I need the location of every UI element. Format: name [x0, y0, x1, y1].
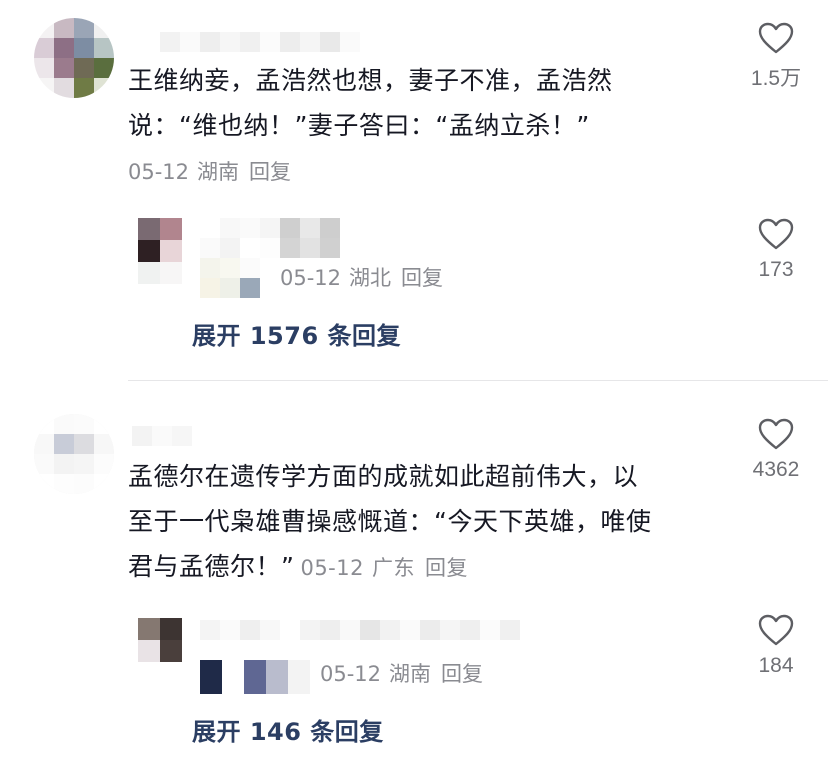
reply-meta: 05-12 湖南 回复 — [320, 658, 483, 688]
reply-button[interactable]: 回复 — [441, 662, 483, 686]
comment-meta: 05-12 广东 回复 — [300, 556, 468, 580]
like-count: 4362 — [752, 458, 800, 481]
reply-date: 05-12 — [280, 266, 342, 290]
like-button[interactable]: 4362 — [746, 418, 806, 482]
comment-location: 广东 — [371, 556, 415, 580]
heart-outline-icon — [758, 418, 794, 450]
divider — [128, 380, 828, 381]
like-button[interactable]: 1.5万 — [746, 22, 806, 92]
comment-location: 湖南 — [197, 160, 240, 184]
comment-line: 王维纳妾，孟浩然也想，妻子不准，孟浩然 — [128, 66, 613, 95]
reply-button[interactable]: 回复 — [249, 160, 291, 184]
username[interactable] — [132, 426, 192, 446]
username-badge — [200, 660, 310, 694]
like-count: 1.5万 — [750, 67, 802, 90]
username[interactable] — [160, 32, 360, 52]
reply-button[interactable]: 回复 — [425, 556, 468, 580]
reply-date: 05-12 — [320, 662, 382, 686]
avatar[interactable] — [138, 618, 182, 662]
like-count: 184 — [758, 654, 794, 677]
expand-replies-button[interactable]: 展开 146 条回复 — [192, 712, 384, 747]
comment-date: 05-12 — [128, 160, 190, 184]
avatar[interactable] — [34, 18, 114, 98]
avatar[interactable] — [34, 414, 114, 494]
comment-line: 说：“维也纳！”妻子答曰：“孟纳立杀！” — [128, 111, 590, 140]
comment-line: 君与孟德尔！” 05-12 广东 回复 — [128, 544, 651, 591]
heart-outline-icon — [758, 218, 794, 250]
comment-line-text: 君与孟德尔！” — [128, 552, 295, 581]
comment-date: 05-12 — [300, 556, 364, 580]
comment-text: 孟德尔在遗传学方面的成就如此超前伟大，以 至于一代枭雄曹操感慨道：“今天下英雄，… — [128, 454, 651, 591]
avatar[interactable] — [138, 218, 182, 284]
like-button[interactable]: 184 — [746, 614, 806, 678]
comment-meta: 05-12 湖南 回复 — [128, 156, 291, 186]
comment-text: 王维纳妾，孟浩然也想，妻子不准，孟浩然 说：“维也纳！”妻子答曰：“孟纳立杀！” — [128, 58, 613, 148]
heart-outline-icon — [758, 614, 794, 646]
like-count: 173 — [758, 258, 794, 281]
reply-button[interactable]: 回复 — [401, 266, 443, 290]
username[interactable] — [200, 620, 520, 640]
reply-location: 湖北 — [349, 266, 392, 290]
heart-outline-icon — [758, 22, 794, 54]
expand-replies-button[interactable]: 展开 1576 条回复 — [192, 316, 401, 351]
like-button[interactable]: 173 — [746, 218, 806, 282]
reply-location: 湖南 — [389, 662, 432, 686]
reply-meta: 05-12 湖北 回复 — [280, 262, 443, 292]
comment-line: 至于一代枭雄曹操感慨道：“今天下英雄，唯使 — [128, 507, 652, 536]
comment-line: 孟德尔在遗传学方面的成就如此超前伟大，以 — [128, 462, 639, 491]
